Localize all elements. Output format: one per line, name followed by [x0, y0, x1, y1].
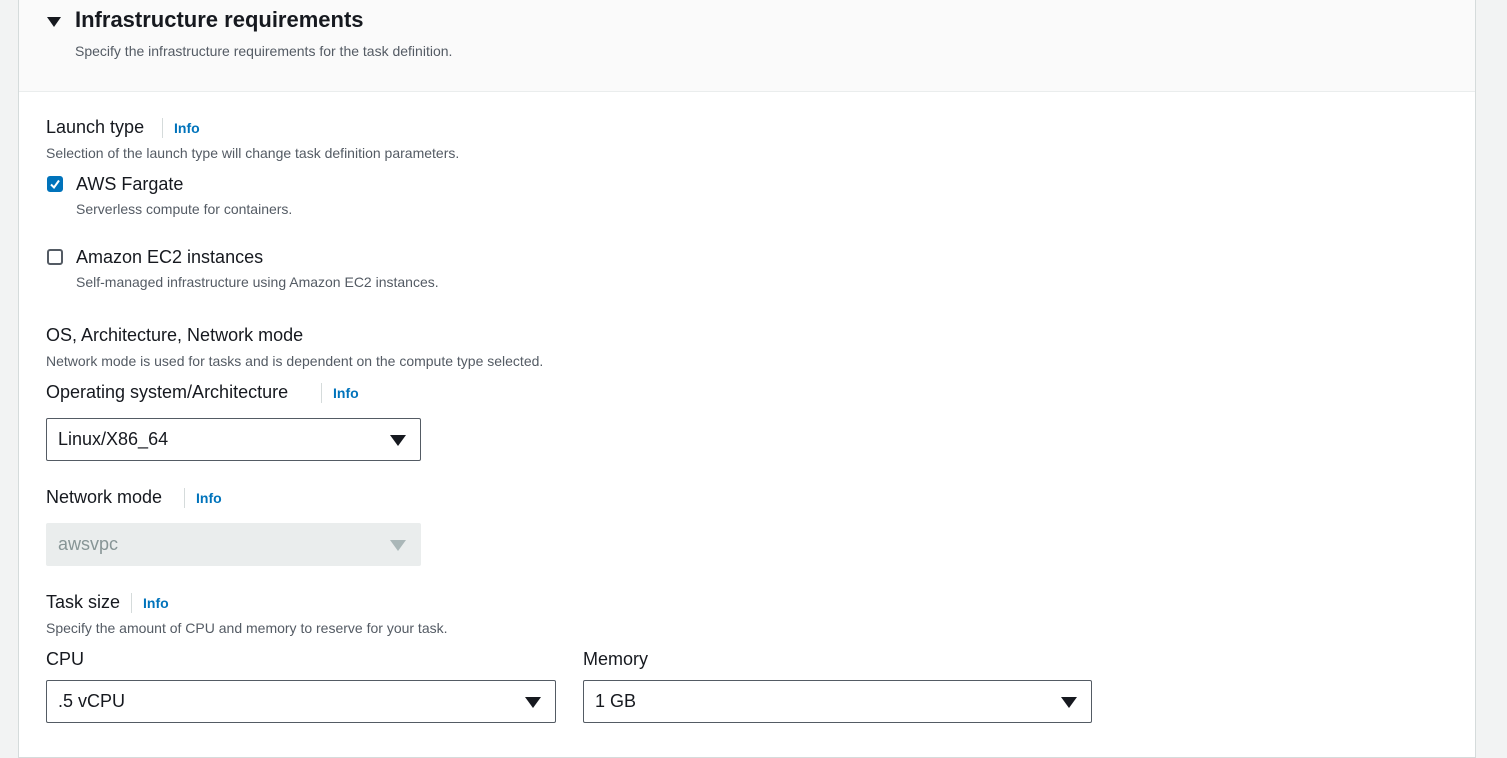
operating-system-info-link[interactable]: Info: [321, 383, 359, 403]
aws-fargate-checkbox[interactable]: [47, 176, 63, 192]
cpu-label: CPU: [46, 649, 85, 669]
amazon-ec2-label[interactable]: Amazon EC2 instances: [76, 247, 263, 268]
aws-fargate-label[interactable]: AWS Fargate: [76, 174, 183, 195]
section-description: Specify the infrastructure requirements …: [75, 43, 453, 59]
memory-label: Memory: [583, 649, 649, 669]
caret-down-icon[interactable]: [47, 17, 61, 27]
dropdown-arrow-icon: [525, 697, 541, 708]
network-mode-info-link[interactable]: Info: [184, 488, 222, 508]
task-size-label: Task size: [46, 592, 121, 612]
cpu-value: .5 vCPU: [58, 691, 126, 711]
operating-system-value: Linux/X86_64: [58, 429, 169, 449]
section-title: Infrastructure requirements: [75, 7, 364, 32]
task-size-info-link[interactable]: Info: [131, 593, 169, 613]
os-arch-network-label: OS, Architecture, Network mode: [46, 325, 304, 345]
infrastructure-requirements-panel: Infrastructure requirements Specify the …: [18, 0, 1476, 758]
network-mode-label: Network mode: [46, 487, 163, 507]
launch-type-label: Launch type: [46, 117, 145, 137]
network-mode-select: awsvpc: [46, 523, 421, 566]
operating-system-label: Operating system/Architecture: [46, 382, 289, 402]
network-mode-value: awsvpc: [58, 534, 119, 554]
launch-type-info-link[interactable]: Info: [162, 118, 200, 138]
operating-system-select[interactable]: Linux/X86_64: [46, 418, 421, 461]
memory-value: 1 GB: [595, 691, 637, 711]
task-size-description: Specify the amount of CPU and memory to …: [46, 620, 448, 636]
amazon-ec2-description: Self-managed infrastructure using Amazon…: [76, 274, 439, 290]
section-header[interactable]: Infrastructure requirements Specify the …: [19, 0, 1475, 92]
dropdown-arrow-icon: [390, 540, 406, 551]
cpu-select[interactable]: .5 vCPU: [46, 680, 556, 723]
aws-fargate-description: Serverless compute for containers.: [76, 201, 293, 217]
dropdown-arrow-icon: [1061, 697, 1077, 708]
launch-type-description: Selection of the launch type will change…: [46, 145, 460, 161]
checkmark-icon: [50, 179, 60, 190]
os-arch-network-description: Network mode is used for tasks and is de…: [46, 353, 544, 369]
memory-select[interactable]: 1 GB: [583, 680, 1092, 723]
dropdown-arrow-icon: [390, 435, 406, 446]
amazon-ec2-checkbox[interactable]: [47, 249, 63, 265]
